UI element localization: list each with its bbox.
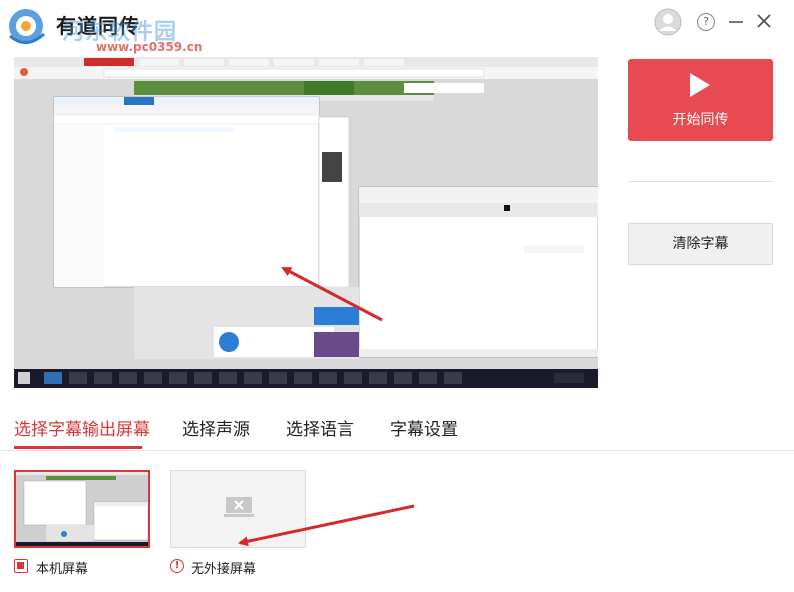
active-tab-indicator — [14, 446, 142, 449]
user-avatar-icon[interactable] — [654, 8, 682, 36]
preview-screenshot-graphic — [14, 57, 598, 388]
tab-audio-source[interactable]: 选择声源 — [182, 415, 250, 440]
external-screen-placeholder[interactable] — [170, 470, 306, 548]
start-button-label: 开始同传 — [672, 112, 729, 128]
start-interpretation-button[interactable]: 开始同传 — [628, 59, 773, 141]
app-logo-icon — [9, 9, 45, 44]
clear-subtitles-button[interactable]: 清除字幕 — [628, 223, 773, 265]
local-screen-preview-graphic — [16, 472, 148, 546]
close-icon[interactable] — [755, 10, 773, 32]
tab-subtitle-settings[interactable]: 字幕设置 — [390, 415, 458, 440]
local-screen-label: 本机屏幕 — [36, 562, 89, 577]
monitor-disconnected-icon — [224, 497, 254, 517]
minimize-icon[interactable] — [728, 10, 744, 32]
tabs-divider — [0, 450, 794, 451]
help-icon[interactable]: ? — [697, 13, 715, 31]
tab-output-screen[interactable]: 选择字幕输出屏幕 — [14, 415, 150, 440]
play-icon — [690, 73, 710, 97]
screen-preview — [14, 57, 598, 388]
local-screen-thumbnail[interactable] — [14, 470, 150, 548]
title-bar: 有道同传 河东软件园 www.pc0359.cn ? — [0, 0, 794, 54]
clear-button-label: 清除字幕 — [672, 236, 729, 252]
external-screen-label: 无外接屏幕 — [191, 562, 257, 577]
watermark-url: www.pc0359.cn — [96, 40, 203, 54]
tab-language[interactable]: 选择语言 — [286, 415, 354, 440]
local-screen-selected-checkbox[interactable] — [14, 559, 28, 573]
divider — [628, 181, 773, 182]
warning-icon: ! — [170, 559, 184, 573]
